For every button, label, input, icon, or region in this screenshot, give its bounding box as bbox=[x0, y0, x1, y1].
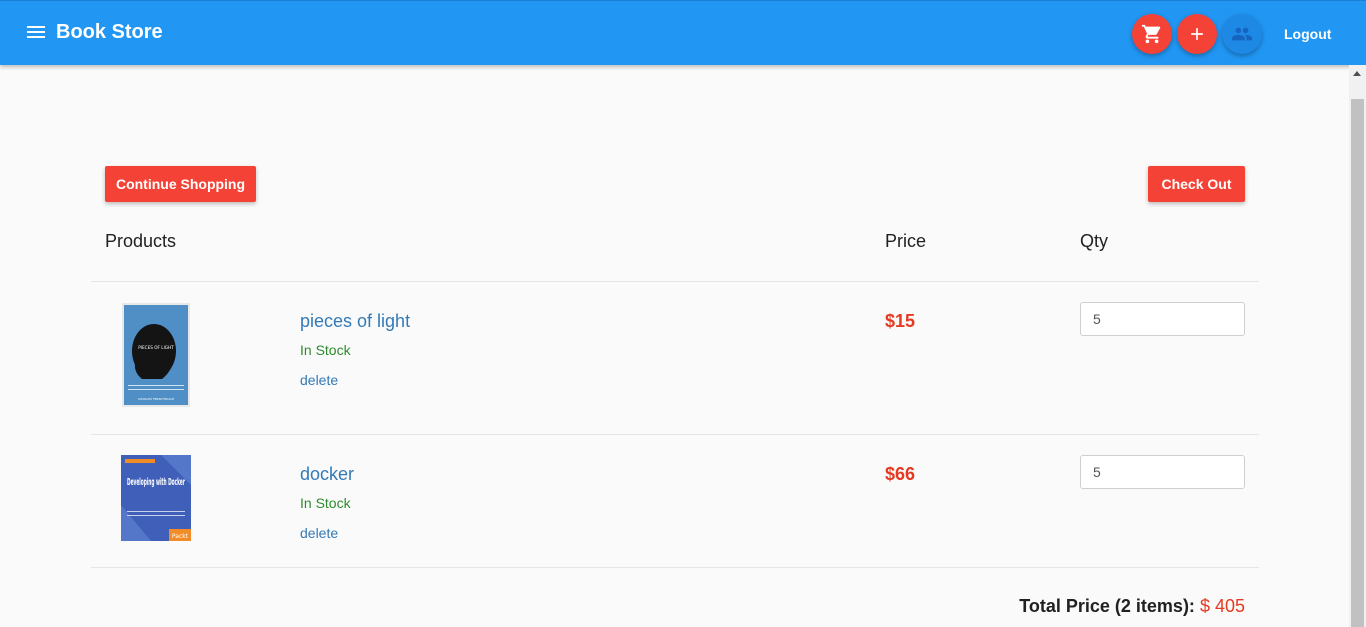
cart-button[interactable] bbox=[1132, 14, 1172, 54]
delete-link[interactable]: delete bbox=[300, 372, 338, 388]
book-cover-image[interactable]: Developing with Docker Packt bbox=[121, 455, 191, 541]
cart-icon bbox=[1141, 24, 1161, 44]
users-icon bbox=[1231, 27, 1253, 41]
svg-text:CHARLES FERNYHOUGH: CHARLES FERNYHOUGH bbox=[138, 397, 174, 401]
column-header-products: Products bbox=[105, 231, 177, 251]
scroll-thumb[interactable] bbox=[1351, 99, 1364, 627]
quantity-input[interactable] bbox=[1080, 455, 1245, 489]
delete-link[interactable]: delete bbox=[300, 525, 338, 541]
add-button[interactable] bbox=[1177, 14, 1217, 54]
add-icon bbox=[1191, 28, 1203, 40]
svg-text:PIECES OF LIGHT: PIECES OF LIGHT bbox=[138, 345, 174, 350]
svg-text:Developing with Docker: Developing with Docker bbox=[127, 477, 185, 488]
quantity-input[interactable] bbox=[1080, 302, 1245, 336]
total-price-amount: $ 405 bbox=[1199, 596, 1245, 616]
divider bbox=[91, 281, 1259, 282]
item-price: $66 bbox=[885, 464, 916, 484]
total-price: Total Price (2 items): $ 405 bbox=[1019, 596, 1245, 617]
svg-text:Packt: Packt bbox=[172, 533, 189, 540]
product-title-link[interactable]: docker bbox=[300, 464, 354, 485]
users-button[interactable] bbox=[1222, 14, 1262, 54]
continue-shopping-button[interactable]: Continue Shopping bbox=[105, 166, 256, 202]
column-header-price: Price bbox=[885, 231, 927, 251]
scrollbar[interactable] bbox=[1349, 65, 1366, 627]
stock-status: In Stock bbox=[300, 495, 351, 511]
book-cover-image[interactable]: PIECES OF LIGHT CHARLES FERNYHOUGH bbox=[122, 303, 190, 407]
total-price-label: Total Price (2 items): bbox=[1019, 596, 1195, 616]
app-bar: Book Store Logout bbox=[0, 0, 1366, 65]
stock-status: In Stock bbox=[300, 342, 351, 358]
scroll-up-icon[interactable] bbox=[1353, 71, 1361, 76]
divider bbox=[91, 567, 1259, 568]
column-header-qty: Qty bbox=[1080, 231, 1109, 251]
app-title: Book Store bbox=[56, 21, 163, 43]
divider bbox=[91, 434, 1259, 435]
product-title-link[interactable]: pieces of light bbox=[300, 311, 410, 332]
checkout-button[interactable]: Check Out bbox=[1148, 166, 1245, 202]
menu-icon[interactable] bbox=[25, 23, 47, 43]
item-price: $15 bbox=[885, 311, 916, 331]
logout-button[interactable]: Logout bbox=[1284, 26, 1331, 42]
